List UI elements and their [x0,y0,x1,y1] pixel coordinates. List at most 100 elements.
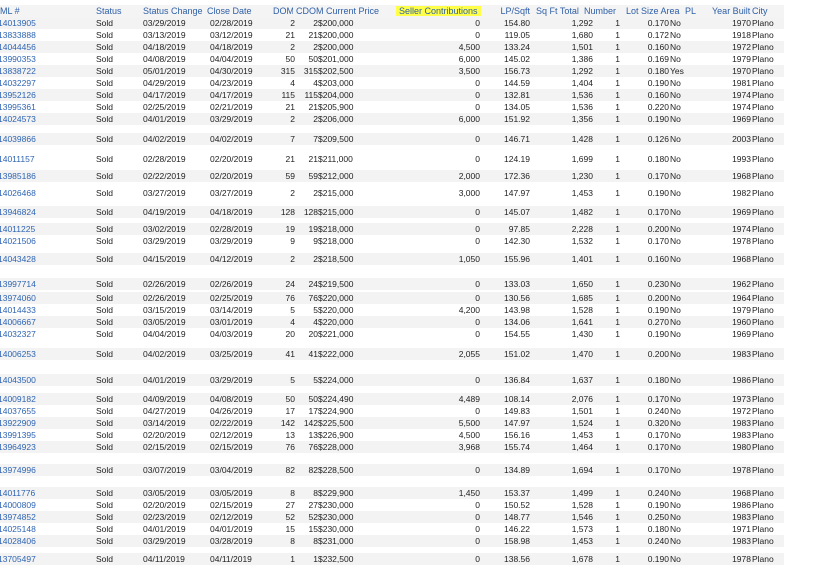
cell-status: Sold [96,317,114,327]
cell-lp-sqft: 142.30 [504,236,530,246]
table-row[interactable]: 14011225 Sold 03/02/2019 02/28/2019 19 19 $218… [0,223,784,235]
header-number[interactable]: Number [584,5,624,17]
header-dom[interactable]: DOM [273,5,293,17]
table-row[interactable]: 14009182 Sold 04/09/2019 04/08/2019 50 50 $224… [0,393,784,405]
header-pl[interactable]: PL [685,5,699,17]
cell-mls[interactable]: 13838722 [0,65,58,77]
cell-mls[interactable]: 13964923 [0,441,58,453]
cell-mls[interactable]: 14025148 [0,523,58,535]
table-row[interactable]: 14024573 Sold 04/01/2019 03/29/2019 2 2 $206,0… [0,113,784,125]
table-row[interactable]: 13974060 Sold 02/26/2019 02/25/2019 76 76 $220… [0,292,784,304]
table-row[interactable]: 13997714 Sold 02/26/2019 02/26/2019 24 24 $219… [0,278,784,290]
table-row[interactable]: 14026468 Sold 03/27/2019 03/27/2019 2 2 $215,0… [0,187,784,199]
table-row[interactable]: 14037655 Sold 04/27/2019 04/26/2019 17 17 $224… [0,405,784,417]
cell-city: Plano [752,406,774,416]
table-row[interactable]: 13974852 Sold 02/23/2019 02/12/2019 52 52 $230… [0,511,784,523]
header-lp-sqft[interactable]: LP/Sqft [488,5,530,17]
table-row[interactable]: 13838722 Sold 05/01/2019 04/30/2019 315 315 $2… [0,65,784,77]
cell-mls[interactable]: 13946824 [0,206,58,218]
cell-mls[interactable]: 13705497 [0,553,58,565]
cell-mls[interactable]: 13974852 [0,511,58,523]
table-row[interactable]: 14000809 Sold 02/20/2019 02/15/2019 27 27 $230… [0,499,784,511]
cell-mls[interactable]: 14043500 [0,374,58,386]
cell-current-price: $205,900 [318,102,354,112]
cell-mls[interactable]: 14011157 [0,153,58,165]
cell-lp-sqft: 133.03 [504,279,530,289]
table-row[interactable]: 13990353 Sold 04/08/2019 04/04/2019 50 50 $201… [0,53,784,65]
table-row[interactable]: 13833888 Sold 03/13/2019 03/12/2019 21 21 $200… [0,29,784,41]
table-row[interactable]: 14011776 Sold 03/05/2019 03/05/2019 8 8 $229,9… [0,487,784,499]
table-row[interactable]: 14043500 Sold 04/01/2019 03/29/2019 5 5 $224,0… [0,374,784,386]
table-row[interactable]: 14039866 Sold 04/02/2019 04/02/2019 7 7 $209,5… [0,133,784,145]
table-row[interactable]: 13985186 Sold 02/22/2019 02/20/2019 59 59 $212… [0,170,784,182]
table-row[interactable]: 14006667 Sold 03/05/2019 03/01/2019 4 4 $220,0… [0,316,784,328]
table-row[interactable]: 13964923 Sold 02/15/2019 02/15/2019 76 76 $228… [0,441,784,453]
table-row[interactable]: 14014433 Sold 03/15/2019 03/14/2019 5 5 $220,0… [0,304,784,316]
table-row[interactable]: 14013905 Sold 03/29/2019 02/28/2019 2 2 $200,0… [0,17,784,29]
cell-mls[interactable]: 14024573 [0,113,58,125]
cell-mls[interactable]: 13985186 [0,170,58,182]
cell-mls[interactable]: 13997714 [0,278,58,290]
table-row[interactable]: 14043428 Sold 04/15/2019 04/12/2019 2 2 $218,5… [0,253,784,265]
header-cdom[interactable]: CDOM [296,5,324,17]
cell-status-change-date: 04/29/2019 [143,78,186,88]
cell-mls[interactable]: 13952126 [0,89,58,101]
table-row[interactable]: 13922909 Sold 03/14/2019 02/22/2019 142 142 $2… [0,417,784,429]
table-row[interactable]: 14011157 Sold 02/28/2019 02/20/2019 21 21 $211… [0,153,784,165]
cell-mls[interactable]: 14011225 [0,223,58,235]
cell-mls[interactable]: 13995361 [0,101,58,113]
cell-mls[interactable]: 14014433 [0,304,58,316]
header-close-date[interactable]: Close Date [207,5,257,17]
table-row[interactable]: 14032297 Sold 04/29/2019 04/23/2019 4 4 $203,0… [0,77,784,89]
header-status[interactable]: Status [96,5,140,17]
cell-dom: 50 [285,394,295,404]
cell-status-change-date: 04/02/2019 [143,349,186,359]
table-row[interactable]: 13974996 Sold 03/07/2019 03/04/2019 82 82 $228… [0,464,784,476]
cell-dom: 5 [290,305,295,315]
header-year-built[interactable]: Year Built [712,5,752,17]
table-row[interactable]: 13952126 Sold 04/17/2019 04/17/2019 115 115 $2… [0,89,784,101]
cell-mls[interactable]: 14032297 [0,77,58,89]
cell-close-date: 04/26/2019 [210,406,253,416]
cell-mls[interactable]: 14032327 [0,328,58,340]
cell-mls[interactable]: 14039866 [0,133,58,145]
table-row[interactable]: 14021506 Sold 03/29/2019 03/29/2019 9 9 $218,0… [0,235,784,247]
table-row[interactable]: 13946824 Sold 04/19/2019 04/18/2019 128 128 $2… [0,206,784,218]
cell-current-price: $231,000 [318,536,354,546]
cell-mls[interactable]: 13991395 [0,429,58,441]
header-current-price[interactable]: Current Price [326,5,384,17]
table-row[interactable]: 13705497 Sold 04/11/2019 04/11/2019 1 1 $232,5… [0,553,784,565]
header-lot-size-area[interactable]: Lot Size Area [626,5,684,17]
cell-mls[interactable]: 14021506 [0,235,58,247]
table-row[interactable]: 13991395 Sold 02/20/2019 02/12/2019 13 13 $226… [0,429,784,441]
cell-mls[interactable]: 14037655 [0,405,58,417]
cell-mls[interactable]: 14006253 [0,348,58,360]
cell-status: Sold [96,224,114,234]
cell-mls[interactable]: 14028406 [0,535,58,547]
header-seller-contributions[interactable]: Seller Contributions [396,5,486,17]
cell-mls[interactable]: 14026468 [0,187,58,199]
cell-mls[interactable]: 14000809 [0,499,58,511]
header-mls[interactable]: ML # [0,5,60,17]
cell-mls[interactable]: 13990353 [0,53,58,65]
table-row[interactable]: 14028406 Sold 03/29/2019 03/28/2019 8 8 $231,0… [0,535,784,547]
cell-mls[interactable]: 14043428 [0,253,58,265]
cell-mls[interactable]: 14044456 [0,41,58,53]
table-row[interactable]: 13995361 Sold 02/25/2019 02/21/2019 21 21 $205… [0,101,784,113]
table-row[interactable]: 14044456 Sold 04/18/2019 04/18/2019 2 2 $200,0… [0,41,784,53]
table-row[interactable]: 14006253 Sold 04/02/2019 03/25/2019 41 41 $222… [0,348,784,360]
header-status-change-date[interactable]: Status Change Date [143,5,205,17]
cell-mls[interactable]: 14013905 [0,17,58,29]
table-row[interactable]: 14025148 Sold 04/01/2019 04/01/2019 15 15 $230… [0,523,784,535]
cell-mls[interactable]: 14009182 [0,393,58,405]
header-city[interactable]: City [752,5,782,17]
cell-mls[interactable]: 13922909 [0,417,58,429]
cell-dom: 59 [285,171,295,181]
cell-mls[interactable]: 13833888 [0,29,58,41]
cell-mls[interactable]: 13974996 [0,464,58,476]
cell-mls[interactable]: 14011776 [0,487,58,499]
table-row[interactable]: 14032327 Sold 04/04/2019 04/03/2019 20 20 $221… [0,328,784,340]
cell-mls[interactable]: 14006667 [0,316,58,328]
header-sqft-total[interactable]: Sq Ft Total [536,5,584,17]
cell-mls[interactable]: 13974060 [0,292,58,304]
